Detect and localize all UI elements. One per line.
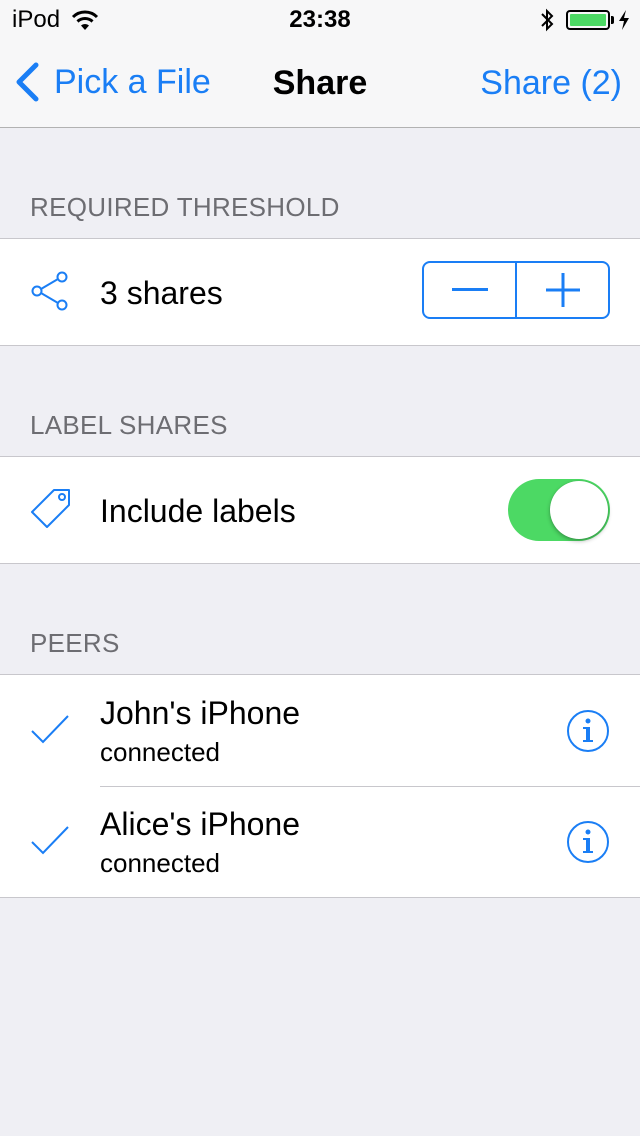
checkmark-icon <box>31 826 69 855</box>
peer-status: connected <box>100 848 220 878</box>
peer-row[interactable]: John's iPhone connected <box>0 675 640 786</box>
status-bar: iPod 23:38 <box>0 0 640 40</box>
info-icon[interactable] <box>566 709 610 753</box>
charging-icon <box>619 10 629 30</box>
threshold-group: 3 shares <box>0 238 640 346</box>
section-header-labels: LABEL SHARES <box>30 410 228 440</box>
section-header-peers: PEERS <box>30 628 120 658</box>
battery-icon <box>566 10 610 30</box>
include-labels-toggle[interactable] <box>508 479 610 541</box>
info-icon[interactable] <box>566 820 610 864</box>
toggle-knob <box>550 481 608 539</box>
tag-icon <box>31 489 70 528</box>
share-button[interactable]: Share (2) <box>480 64 622 103</box>
battery-cap <box>611 16 614 24</box>
threshold-stepper <box>422 261 610 319</box>
status-right <box>540 8 630 32</box>
plus-icon <box>545 273 580 307</box>
peer-name: John's iPhone <box>100 695 301 731</box>
threshold-label: 3 shares <box>100 275 223 311</box>
minus-icon <box>451 288 488 291</box>
include-labels-label: Include labels <box>100 493 296 529</box>
navigation-bar: Pick a File Share Share (2) <box>0 40 640 128</box>
section-header-threshold: REQUIRED THRESHOLD <box>30 192 340 222</box>
peer-status: connected <box>100 737 220 767</box>
threshold-cell: 3 shares <box>0 239 640 345</box>
share-icon <box>31 271 68 311</box>
peer-row[interactable]: Alice's iPhone connected <box>0 786 640 897</box>
stepper-plus-button[interactable] <box>515 263 608 317</box>
labels-group: Include labels <box>0 456 640 564</box>
battery-level <box>570 14 606 26</box>
include-labels-cell: Include labels <box>0 457 640 563</box>
checkmark-icon <box>31 715 69 744</box>
bluetooth-icon <box>541 8 554 32</box>
stepper-minus-button[interactable] <box>424 263 515 317</box>
peer-name: Alice's iPhone <box>100 806 300 842</box>
peers-list: John's iPhone connected Alice's iPhone c… <box>0 674 640 898</box>
